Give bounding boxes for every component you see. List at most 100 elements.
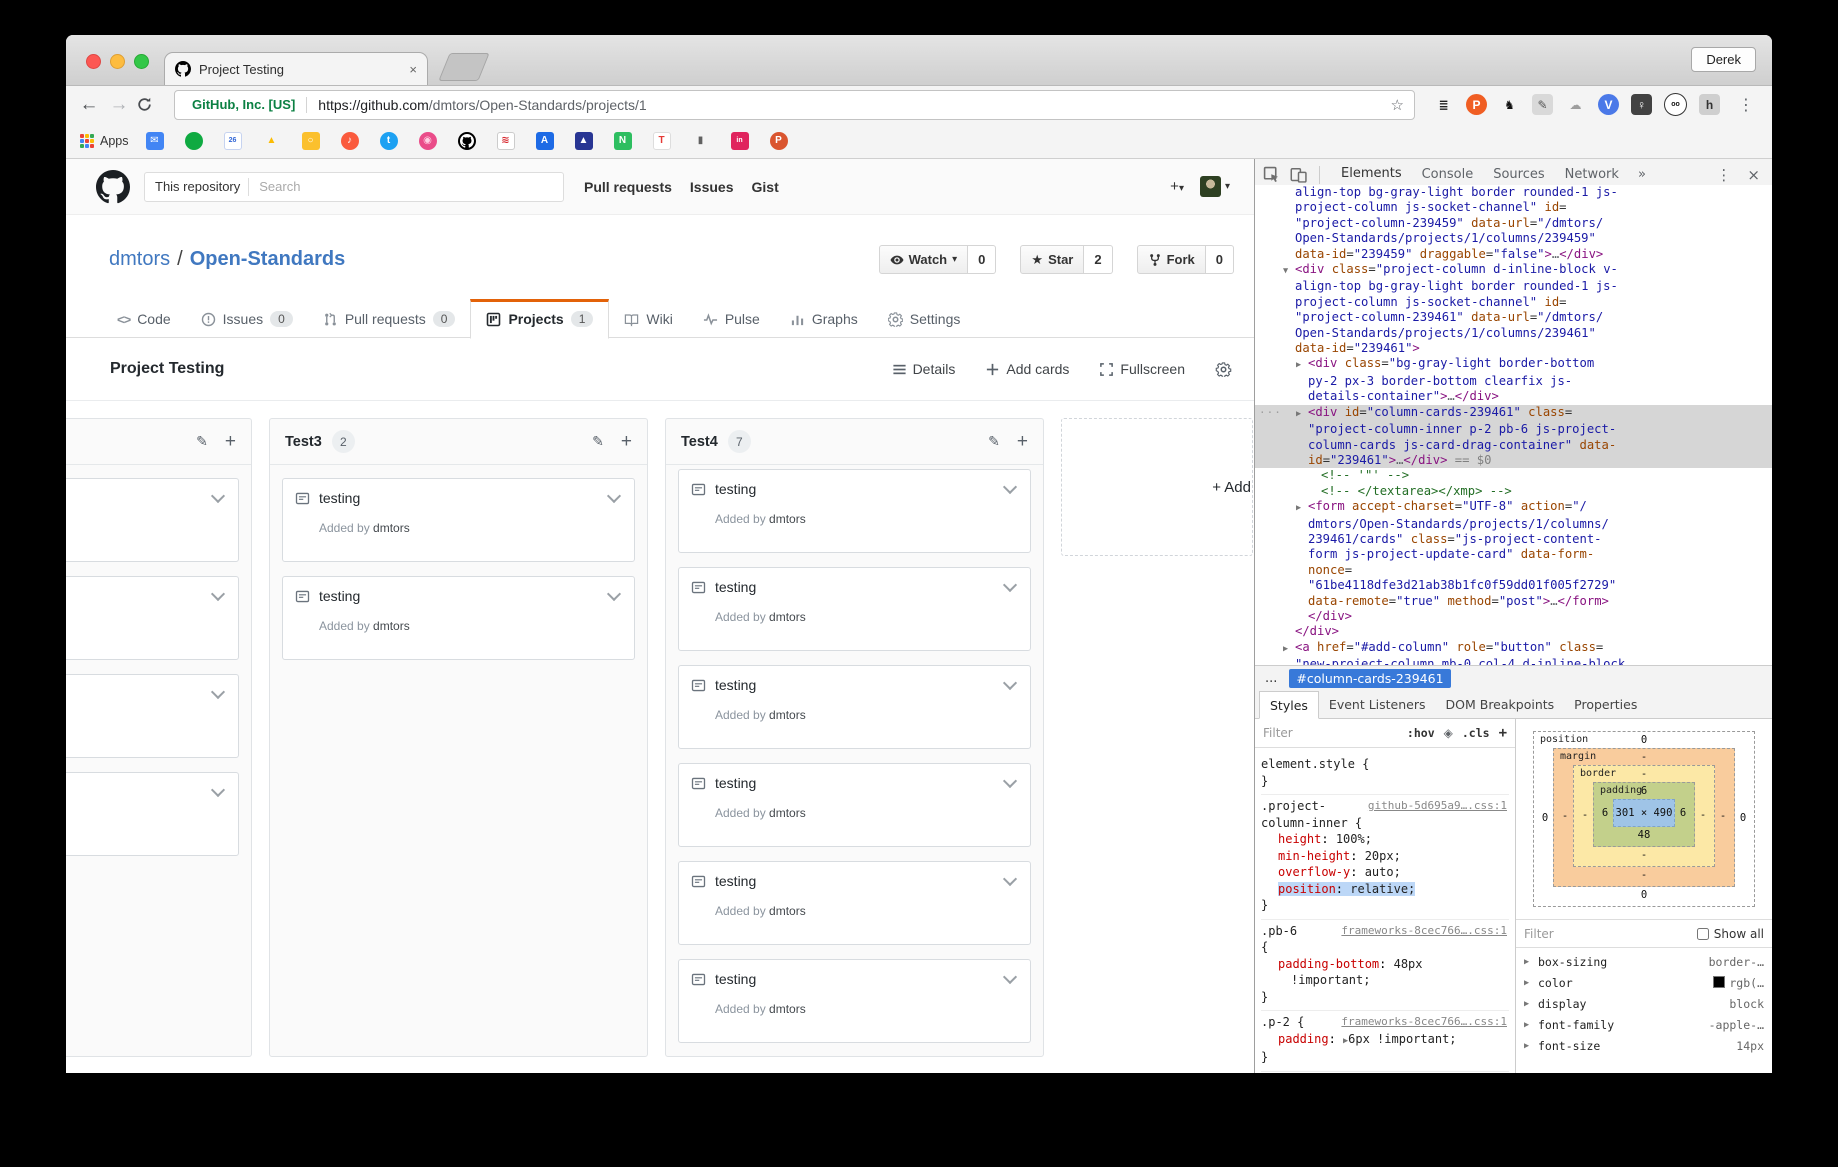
dom-node-line[interactable]: "project-column-239459" data-url="/dmtor… (1255, 216, 1772, 231)
fork-button[interactable]: Fork (1136, 245, 1206, 274)
dom-node-line[interactable]: py-2 px-3 border-bottom clearfix js- (1255, 374, 1772, 389)
add-card-icon[interactable]: + (225, 432, 236, 451)
dom-node-line[interactable]: <!-- </textarea></xmp> --> (1255, 484, 1772, 499)
css-declaration[interactable]: height: 100%; (1261, 831, 1509, 848)
board-settings-button[interactable] (1215, 361, 1232, 377)
css-declaration[interactable]: padding: ▶6px !important; (1261, 1031, 1509, 1050)
dom-node-line[interactable]: project-column js-socket-channel" id= (1255, 295, 1772, 310)
stylesheet-link[interactable]: frameworks-8cec766….css:1 (1341, 923, 1507, 940)
bookmark-appstore[interactable]: A (535, 131, 554, 150)
more-tabs-icon[interactable]: » (1638, 167, 1646, 182)
apps-bookmark[interactable]: Apps (80, 133, 129, 148)
css-declaration[interactable]: position: relative; (1261, 881, 1509, 898)
devtools-close-icon[interactable]: × (1747, 166, 1760, 184)
expand-property-icon[interactable]: ▶ (1524, 999, 1533, 1009)
url-text[interactable]: https://github.com/dmtors/Open-Standards… (318, 97, 646, 113)
dom-node-line[interactable]: ▼ <div class="project-column d-inline-blo… (1255, 262, 1772, 279)
extension-figure-icon[interactable]: ♞ (1499, 94, 1520, 115)
add-card-icon[interactable]: + (1017, 432, 1028, 451)
extension-bulb-icon[interactable]: ♀ (1631, 94, 1652, 115)
nav-link-gist[interactable]: Gist (752, 179, 779, 195)
minimize-window-button[interactable] (110, 54, 125, 69)
project-card[interactable]: testing Added by dmtors (282, 478, 635, 562)
project-card[interactable]: testing Added by dmtors (678, 763, 1031, 847)
project-card[interactable]: testing Added by dmtors (678, 665, 1031, 749)
dom-node-line[interactable]: "project-column-inner p-2 pb-6 js-projec… (1255, 422, 1772, 438)
project-card[interactable]: testing Added by dmtors (678, 469, 1031, 553)
dom-node-line[interactable]: ... ▶ <div id="column-cards-239461" class= (1255, 403, 1772, 423)
extension-layers-icon[interactable]: ≣ (1433, 94, 1454, 115)
card-author[interactable]: dmtors (769, 512, 806, 526)
nav-link-pull-requests[interactable]: Pull requests (584, 179, 672, 195)
card-menu-chevron-icon[interactable] (210, 488, 226, 504)
sidebar-tab-event-listeners[interactable]: Event Listeners (1319, 691, 1436, 718)
sidebar-tab-dom-breakpoints[interactable]: DOM Breakpoints (1436, 691, 1565, 718)
edit-column-icon[interactable]: ✎ (592, 433, 604, 450)
zoom-window-button[interactable] (134, 54, 149, 69)
project-card[interactable] (66, 576, 239, 660)
new-menu-button[interactable]: +▾ (1170, 178, 1184, 196)
tab-issues[interactable]: Issues 0 (186, 300, 308, 338)
project-card[interactable]: testing Added by dmtors (282, 576, 635, 660)
dom-node-line[interactable]: Open-Standards/projects/1/columns/239461… (1255, 326, 1772, 341)
tab-settings[interactable]: Settings (873, 300, 976, 338)
bookmark-yellow-pin[interactable]: ○ (301, 131, 320, 150)
dom-node-line[interactable]: align-top bg-gray-light border rounded-1… (1255, 279, 1772, 294)
show-all-toggle[interactable]: Show all (1696, 927, 1764, 941)
breadcrumb-selected[interactable]: #column-cards-239461 (1289, 669, 1451, 688)
bookmark-inbox[interactable]: ✉ (145, 131, 164, 150)
github-logo-icon[interactable] (96, 169, 130, 204)
tab-wiki[interactable]: Wiki (609, 300, 687, 338)
details-button[interactable]: Details (892, 361, 955, 377)
repo-name-link[interactable]: Open-Standards (190, 248, 346, 271)
dom-node-line[interactable]: "61be4118dfe3d21ab38b1fc0f59dd01f005f272… (1255, 578, 1772, 593)
extension-panda-icon[interactable]: oo (1664, 93, 1687, 116)
dom-node-line[interactable]: "new-project-column mb-0 col-4 d-inline-… (1255, 657, 1772, 665)
stylesheet-link[interactable]: github-5d695a9….css:1 (1368, 798, 1507, 815)
css-rules[interactable]: element.style {} .project-github-5d695a9…… (1255, 748, 1515, 1073)
computed-property-row[interactable]: ▶ color rgb(… (1524, 972, 1764, 993)
card-author[interactable]: dmtors (373, 619, 410, 633)
watch-count[interactable]: 0 (968, 245, 997, 274)
dom-node-line[interactable]: column-cards js-card-drag-container" dat… (1255, 437, 1772, 453)
extension-p-orange-icon[interactable]: P (1466, 94, 1487, 115)
dom-node-line[interactable]: dmtors/Open-Standards/projects/1/columns… (1255, 517, 1772, 532)
bookmark-t-red[interactable]: T (652, 131, 671, 150)
tab-graphs[interactable]: Graphs (775, 300, 873, 338)
dom-node-line[interactable]: project-column js-socket-channel" id= (1255, 200, 1772, 215)
expand-property-icon[interactable]: ▶ (1524, 957, 1533, 967)
card-menu-chevron-icon[interactable] (210, 586, 226, 602)
browser-tab[interactable]: Project Testing × (164, 52, 428, 85)
dom-node-line[interactable]: Open-Standards/projects/1/columns/239459… (1255, 231, 1772, 246)
dom-node-line[interactable]: nonce= (1255, 563, 1772, 578)
dom-node-line[interactable]: <!-- '"' --> (1255, 468, 1772, 483)
extension-h-gray-icon[interactable]: h (1699, 94, 1720, 115)
bookmark-star-icon[interactable]: ☆ (1391, 96, 1404, 114)
card-author[interactable]: dmtors (769, 610, 806, 624)
sidebar-tab-properties[interactable]: Properties (1564, 691, 1647, 718)
toggle-hover-button[interactable]: :hov (1407, 726, 1435, 740)
ev-certificate-label[interactable]: GitHub, Inc. [US] (192, 97, 295, 112)
breadcrumb-ellipsis[interactable]: ... (1265, 671, 1277, 686)
styles-filter-input[interactable]: Filter (1263, 726, 1398, 740)
bookmark-twitter[interactable]: t (379, 131, 398, 150)
css-rule[interactable]: element.style {} (1261, 753, 1509, 795)
css-rule[interactable]: .frameworks-8cec766….css:1 (1261, 1072, 1509, 1074)
bookmark-green-circle[interactable] (184, 131, 203, 150)
bookmark-drive[interactable]: ▲ (263, 132, 281, 150)
bookmark-evernote[interactable]: N (613, 131, 632, 150)
add-card-icon[interactable]: + (621, 432, 632, 451)
css-rule[interactable]: .pb-6 frameworks-8cec766….css:1{padding-b… (1261, 920, 1509, 1011)
project-card[interactable] (66, 674, 239, 758)
tab-pulse[interactable]: Pulse (688, 300, 775, 338)
project-card[interactable]: testing Added by dmtors (678, 567, 1031, 651)
bookmark-mic[interactable]: ▮ (692, 132, 710, 150)
css-declaration[interactable]: padding-bottom: 48px (1261, 956, 1509, 973)
edit-column-icon[interactable]: ✎ (196, 433, 208, 450)
project-card[interactable]: testing Added by dmtors (678, 959, 1031, 1043)
star-count[interactable]: 2 (1084, 245, 1113, 274)
bookmark-flag[interactable]: ≋ (496, 131, 515, 150)
watch-button[interactable]: Watch ▾ (878, 245, 969, 274)
dom-node-line[interactable]: </div> (1255, 609, 1772, 624)
devtools-menu-icon[interactable]: ⋮ (1716, 166, 1731, 184)
